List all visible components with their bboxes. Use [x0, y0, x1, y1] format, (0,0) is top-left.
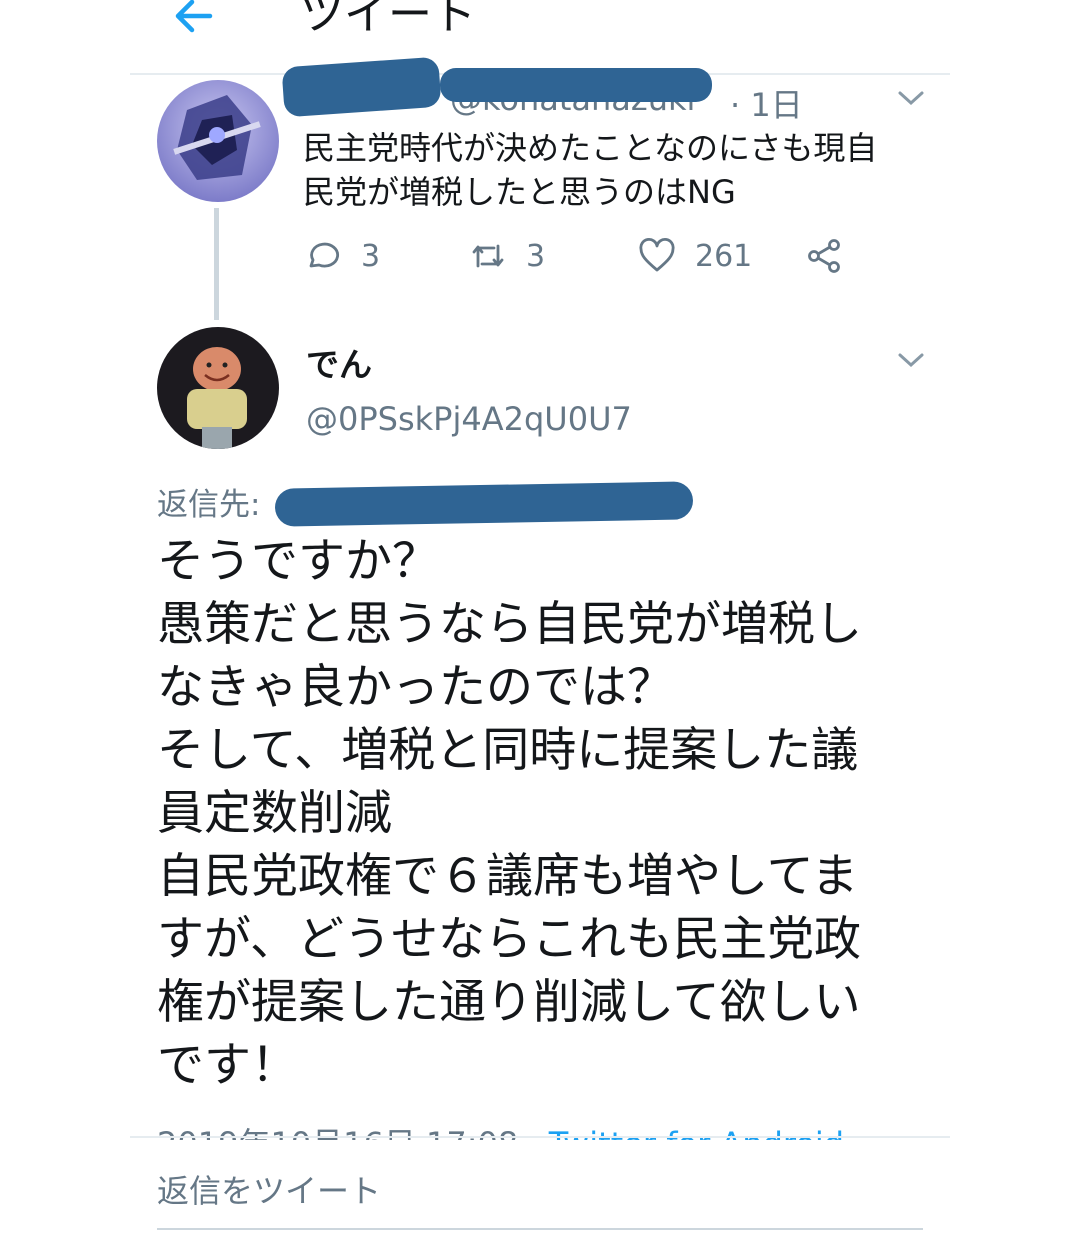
redacted-name [281, 56, 442, 118]
like-button[interactable]: 261 [637, 234, 752, 278]
redacted-reply-target[interactable] [274, 481, 694, 527]
tweet-text: 民主党時代が決めたことなのにさも現自 民党が増税したと思うのはNG [303, 129, 878, 211]
like-count: 261 [695, 238, 753, 274]
page-title: ツイート [300, 0, 476, 40]
reply-compose-input[interactable]: 返信をツイート [157, 1166, 381, 1212]
timestamp[interactable]: · 1日 [730, 80, 803, 126]
compose-underline [157, 1228, 923, 1230]
chevron-down-icon[interactable] [896, 350, 926, 370]
handle[interactable]: @0PSskPj4A2qU0U7 [306, 400, 632, 438]
redacted-handle [440, 68, 712, 102]
avatar[interactable] [157, 327, 279, 449]
divider [130, 1136, 950, 1138]
share-icon [808, 239, 840, 273]
avatar[interactable] [157, 80, 279, 202]
thread-connector [214, 208, 219, 320]
retweet-icon [472, 244, 504, 268]
reply-button[interactable]: 3 [303, 234, 380, 278]
display-name[interactable]: でん [306, 338, 372, 386]
retweet-count: 3 [526, 238, 546, 274]
tweet-text: そうですか？ 愚策だと思うなら自民党が増税し なきゃ良かったのでは？ そして、増… [157, 534, 862, 1093]
reply-count: 3 [361, 238, 381, 274]
chevron-down-icon[interactable] [896, 88, 926, 108]
reply-icon [309, 242, 340, 268]
reply-to-label: 返信先: [157, 487, 261, 523]
share-button[interactable] [805, 234, 845, 278]
back-arrow-icon[interactable] [170, 0, 218, 40]
retweet-button[interactable]: 3 [468, 234, 545, 278]
heart-icon [639, 237, 675, 272]
